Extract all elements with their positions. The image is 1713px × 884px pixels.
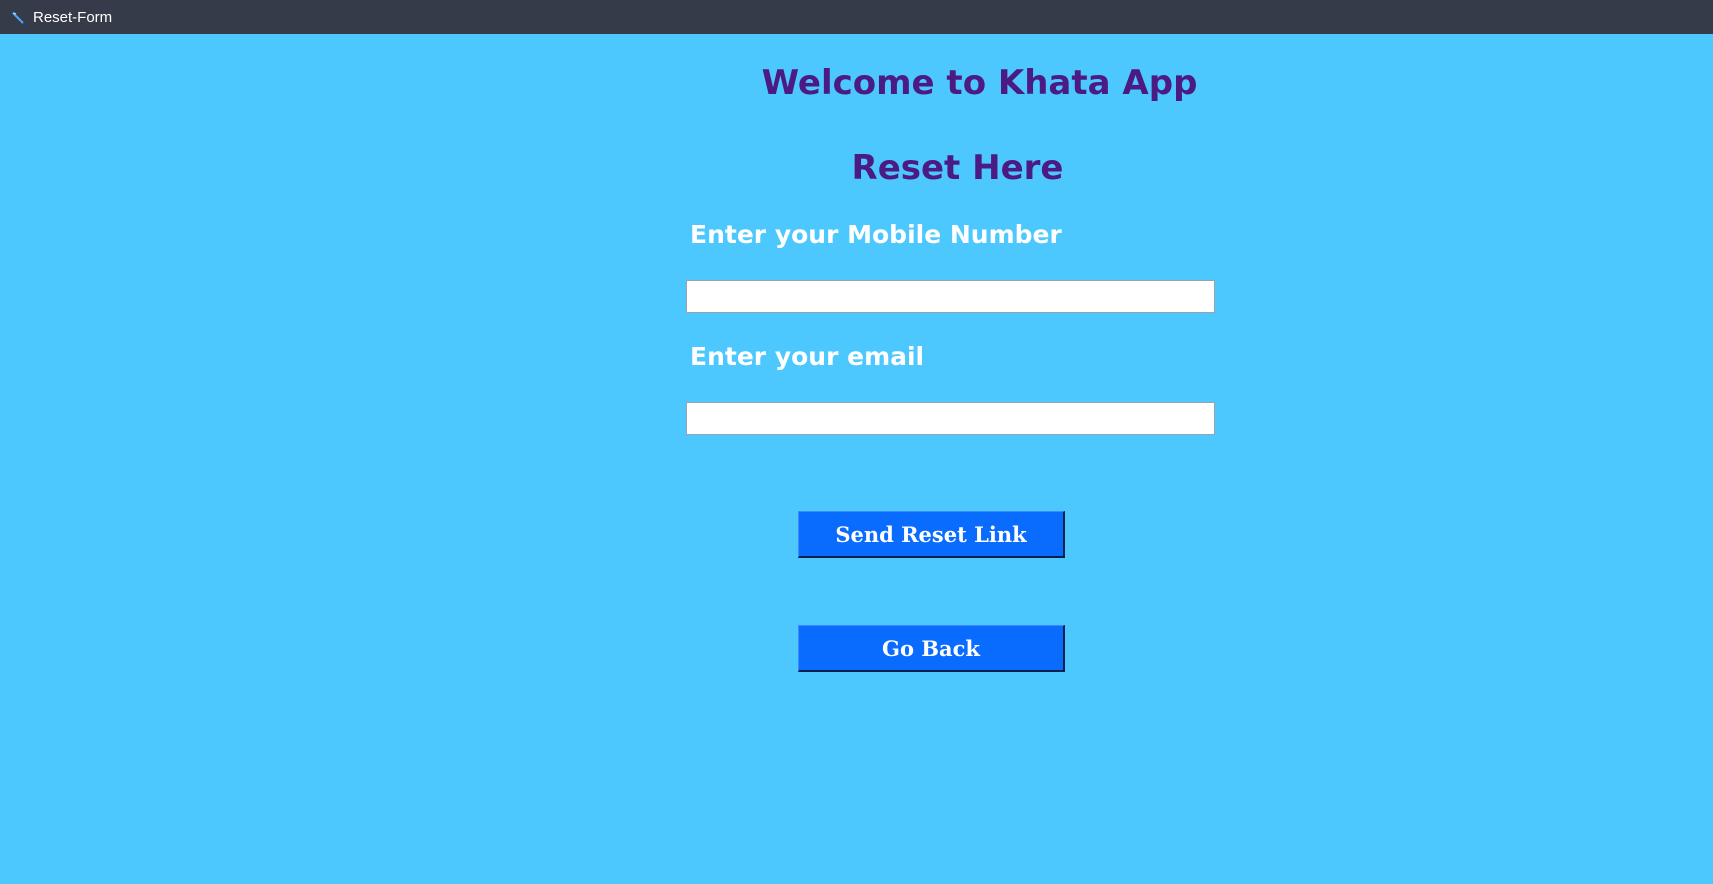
- send-reset-link-button[interactable]: Send Reset Link: [798, 511, 1065, 558]
- reset-form-page: Welcome to Khata App Reset Here Enter yo…: [0, 34, 1713, 884]
- mobile-number-label: Enter your Mobile Number: [690, 220, 1062, 249]
- email-label: Enter your email: [690, 342, 925, 371]
- window-titlebar: Reset-Form: [0, 0, 1713, 34]
- mobile-number-input[interactable]: [686, 280, 1215, 313]
- window-title: Reset-Form: [33, 8, 113, 26]
- reset-heading: Reset Here: [851, 148, 1064, 188]
- feather-icon: [11, 10, 25, 24]
- go-back-button[interactable]: Go Back: [798, 625, 1065, 672]
- email-input[interactable]: [686, 402, 1215, 435]
- welcome-heading: Welcome to Khata App: [761, 63, 1198, 103]
